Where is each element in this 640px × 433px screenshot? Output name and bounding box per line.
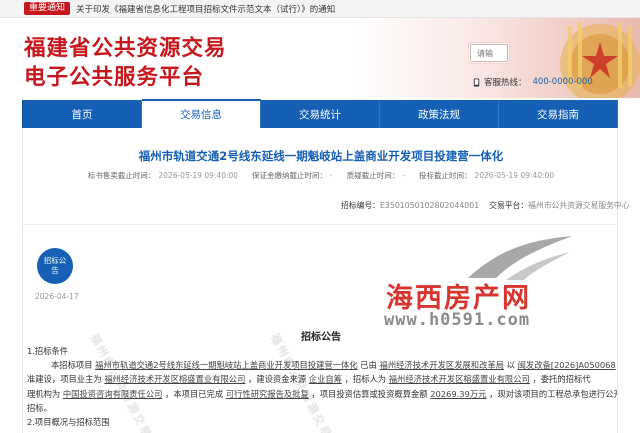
body-line: 招标。 [27,402,52,413]
code-value: E3501050102802044001 [379,201,480,210]
section-title: 招标公告 [301,332,341,343]
watermark-url: www.h0591.com [384,310,531,330]
swoosh-icon [468,236,572,280]
hotline-number: 400-0000-000 [532,77,593,87]
nav-trade-info[interactable]: 交易信息 [142,99,261,128]
notice-tag: 重要通知 [24,2,71,15]
nav-policy[interactable]: 政策法规 [380,100,499,128]
hotline-label: 客服热线： [484,78,527,88]
notice-link[interactable]: 关于印发《福建省信息化工程项目招标文件示范文本（试行）》的通知 [76,3,335,15]
announcement-date: 2026-04-17 [35,292,79,301]
announcement-body: 1.招标条件 本招标项目 福州市轨道交通2号线东延线一期魁岐站上盖商业开发项目投… [27,344,617,429]
content-panel: 福州市轨道交通2号线东延线一期魁岐站上盖商业开发项目投建营一体化 标书售卖截止时… [22,128,630,433]
hotline: 客服热线： 400-0000-000 [472,76,593,88]
main-nav: 首页 交易信息 交易统计 政策法规 交易指南 [22,99,618,128]
project-title: 福州市轨道交通2号线东延线一期魁岐站上盖商业开发项目投建营一体化 [138,149,504,163]
heading-2: 2.项目概况与招标范围 [27,417,110,428]
nav-guide[interactable]: 交易指南 [499,100,618,128]
site-title-line2: 电子公共服务平台 [24,65,205,90]
meta-item: 标书售卖截止时间： 2026-05-19 09:40:00 [87,171,239,180]
phone-icon [473,77,480,87]
divider [23,224,619,225]
site-title-line1: 福建省公共资源交易 [24,36,227,61]
code-label: 招标编号： [341,201,380,210]
project-meta: 标书售卖截止时间： 2026-05-19 09:40:00 保证金缴纳截止时间： -… [23,170,619,181]
notice-bar: 重要通知 关于印发《福建省信息化工程项目招标文件示范文本（试行）》的通知 [0,0,640,18]
body-line: 本招标项目 福州市轨道交通2号线东延线一期魁岐站上盖商业开发项目投建营一体化 已… [51,360,616,371]
heading-1: 1.招标条件 [27,346,69,356]
site-header: 福建省公共资源交易 电子公共服务平台 客服热线： 400-0000-000 [0,18,640,98]
body-line: 准建设，项目业主为 福州经济技术开发区榕盛置业有限公司 ，建设资金来源 企业自筹… [27,374,591,385]
nav-home[interactable]: 首页 [23,100,142,128]
announcement-badge[interactable]: 招标公告 [37,248,73,284]
meta-item: 投标截止时间： 2026-05-19 09:40:00 [418,171,555,180]
project-code-row: 招标编号：E3501050102802044001 交易平台：福州市公共资源交易… [341,200,630,211]
meta-item: 保证金缴纳截止时间： - [252,171,333,180]
platform-label: 交易平台： [489,201,529,210]
nav-trade-stats[interactable]: 交易统计 [261,100,380,128]
body-line: 理机构为 中国投资咨询有限责任公司 ，本项目已完成 可行性研究报告及批复 ，项目… [27,388,617,399]
meta-item: 质疑截止时间： - [346,171,405,180]
platform-value: 福州市公共资源交易服务中心 [528,201,630,210]
search-input[interactable] [470,44,508,62]
